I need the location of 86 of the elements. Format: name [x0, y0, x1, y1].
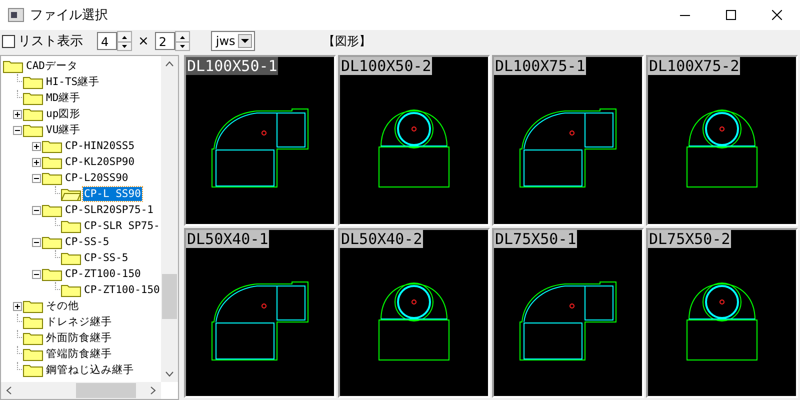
- expander-icon[interactable]: [13, 110, 22, 118]
- folder-icon: [23, 315, 43, 329]
- app-icon: [8, 8, 24, 22]
- scrollbar-thumb[interactable]: [76, 383, 136, 398]
- thumbnail-title: DL100X75-2: [648, 57, 740, 75]
- maximize-icon: [726, 10, 736, 20]
- expander-icon[interactable]: [13, 302, 22, 310]
- folder-icon: [42, 235, 62, 249]
- tree-item[interactable]: HI-TS継手: [45, 75, 101, 89]
- folder-icon: [42, 203, 62, 217]
- tree-item[interactable]: CP-ZT100-150: [83, 283, 161, 297]
- section-label: 【図形】: [322, 32, 371, 50]
- columns-field[interactable]: 4: [97, 32, 117, 50]
- rows-field[interactable]: 2: [154, 32, 175, 50]
- folder-icon: [23, 331, 43, 345]
- expander-icon[interactable]: [32, 174, 41, 182]
- thumbnail-tile[interactable]: DL50X40-2: [338, 228, 490, 398]
- tree-item[interactable]: その他: [45, 299, 80, 313]
- thumbnail-tile[interactable]: DL100X75-2: [646, 55, 798, 226]
- tree-item[interactable]: CP-KL20SP90: [64, 155, 136, 169]
- folder-icon: [42, 171, 62, 185]
- thumbnail-title: DL100X50-1: [186, 57, 278, 75]
- folder-icon: [23, 75, 43, 89]
- tree-item[interactable]: 管端防食継手: [45, 347, 113, 361]
- thumbnail-title: DL50X40-1: [186, 230, 270, 248]
- scroll-up-icon[interactable]: [165, 61, 174, 67]
- tree-item[interactable]: ドレネジ継手: [45, 315, 113, 329]
- scroll-left-icon[interactable]: [6, 386, 12, 395]
- format-dropdown[interactable]: jws: [210, 31, 255, 51]
- tree-item[interactable]: CP-SS-5: [64, 235, 110, 249]
- folder-icon: [61, 219, 81, 233]
- folder-icon: [23, 299, 43, 313]
- folder-icon: [61, 251, 81, 265]
- tree-item[interactable]: CP-SLR20SP75-1: [64, 203, 155, 217]
- tree-item[interactable]: MD継手: [45, 91, 82, 105]
- tree-item[interactable]: 鋼管ねじ込み継手: [45, 363, 135, 377]
- expander-icon[interactable]: [32, 206, 41, 214]
- expander-icon[interactable]: [32, 158, 41, 166]
- expander-icon[interactable]: [32, 142, 41, 150]
- scroll-down-icon[interactable]: [165, 371, 174, 377]
- folder-icon: [42, 139, 62, 153]
- tree-item[interactable]: up図形: [45, 107, 82, 121]
- thumbnail-title: DL50X40-2: [340, 230, 424, 248]
- window-title: ファイル選択: [30, 7, 109, 24]
- close-icon: [772, 10, 782, 20]
- list-view-checkbox[interactable]: [2, 34, 15, 48]
- caret-icon: [238, 34, 252, 48]
- tree-item[interactable]: CADデータ: [25, 59, 79, 73]
- tree-item[interactable]: CP-ZT100-150: [64, 267, 142, 281]
- folder-icon: [23, 347, 43, 361]
- tree-item[interactable]: 外面防食継手: [45, 331, 113, 345]
- expander-icon[interactable]: [13, 126, 22, 134]
- thumbnail-title: DL100X75-1: [494, 57, 586, 75]
- spin-buttons[interactable]: [117, 31, 132, 51]
- times-sign: ×: [138, 34, 149, 48]
- tree-item[interactable]: CP-SS-5: [83, 251, 130, 265]
- folder-icon: [61, 283, 81, 297]
- tree-item[interactable]: CP-HIN20SS5: [64, 139, 136, 153]
- folder-icon: [3, 59, 23, 73]
- thumbnail-title: DL75X50-1: [494, 230, 578, 248]
- folder-icon: [23, 91, 43, 105]
- scroll-right-icon[interactable]: [150, 386, 156, 395]
- tree-item[interactable]: CP-L20SS90: [64, 171, 130, 185]
- thumbnail-title: DL100X50-2: [340, 57, 432, 75]
- vertical-scrollbar[interactable]: [161, 56, 178, 382]
- thumbnail-tile[interactable]: DL50X40-1: [184, 228, 336, 398]
- tree-item[interactable]: CP-L SS90: [83, 187, 142, 201]
- list-view-label: リスト表示: [18, 33, 83, 50]
- horizontal-scrollbar[interactable]: [1, 382, 161, 399]
- tree-item[interactable]: CP-SLR SP75-: [83, 219, 161, 233]
- thumbnail-title: DL75X50-2: [648, 230, 732, 248]
- folder-icon: [23, 123, 43, 137]
- thumbnail-tile[interactable]: DL75X50-2: [646, 228, 798, 398]
- scrollbar-thumb[interactable]: [162, 274, 177, 319]
- folder-icon: [42, 267, 62, 281]
- expander-icon[interactable]: [32, 238, 41, 246]
- thumbnail-tile[interactable]: DL100X50-1: [184, 55, 336, 226]
- folder-icon: [42, 155, 62, 169]
- expander-icon[interactable]: [32, 270, 41, 278]
- folder-icon: [23, 363, 43, 377]
- thumbnail-tile[interactable]: DL100X50-2: [338, 55, 490, 226]
- spin-buttons[interactable]: [174, 31, 190, 51]
- tree-item[interactable]: VU継手: [45, 123, 82, 137]
- folder-icon: [23, 107, 43, 121]
- thumbnail-tile[interactable]: DL75X50-1: [492, 228, 644, 398]
- thumbnail-tile[interactable]: DL100X75-1: [492, 55, 644, 226]
